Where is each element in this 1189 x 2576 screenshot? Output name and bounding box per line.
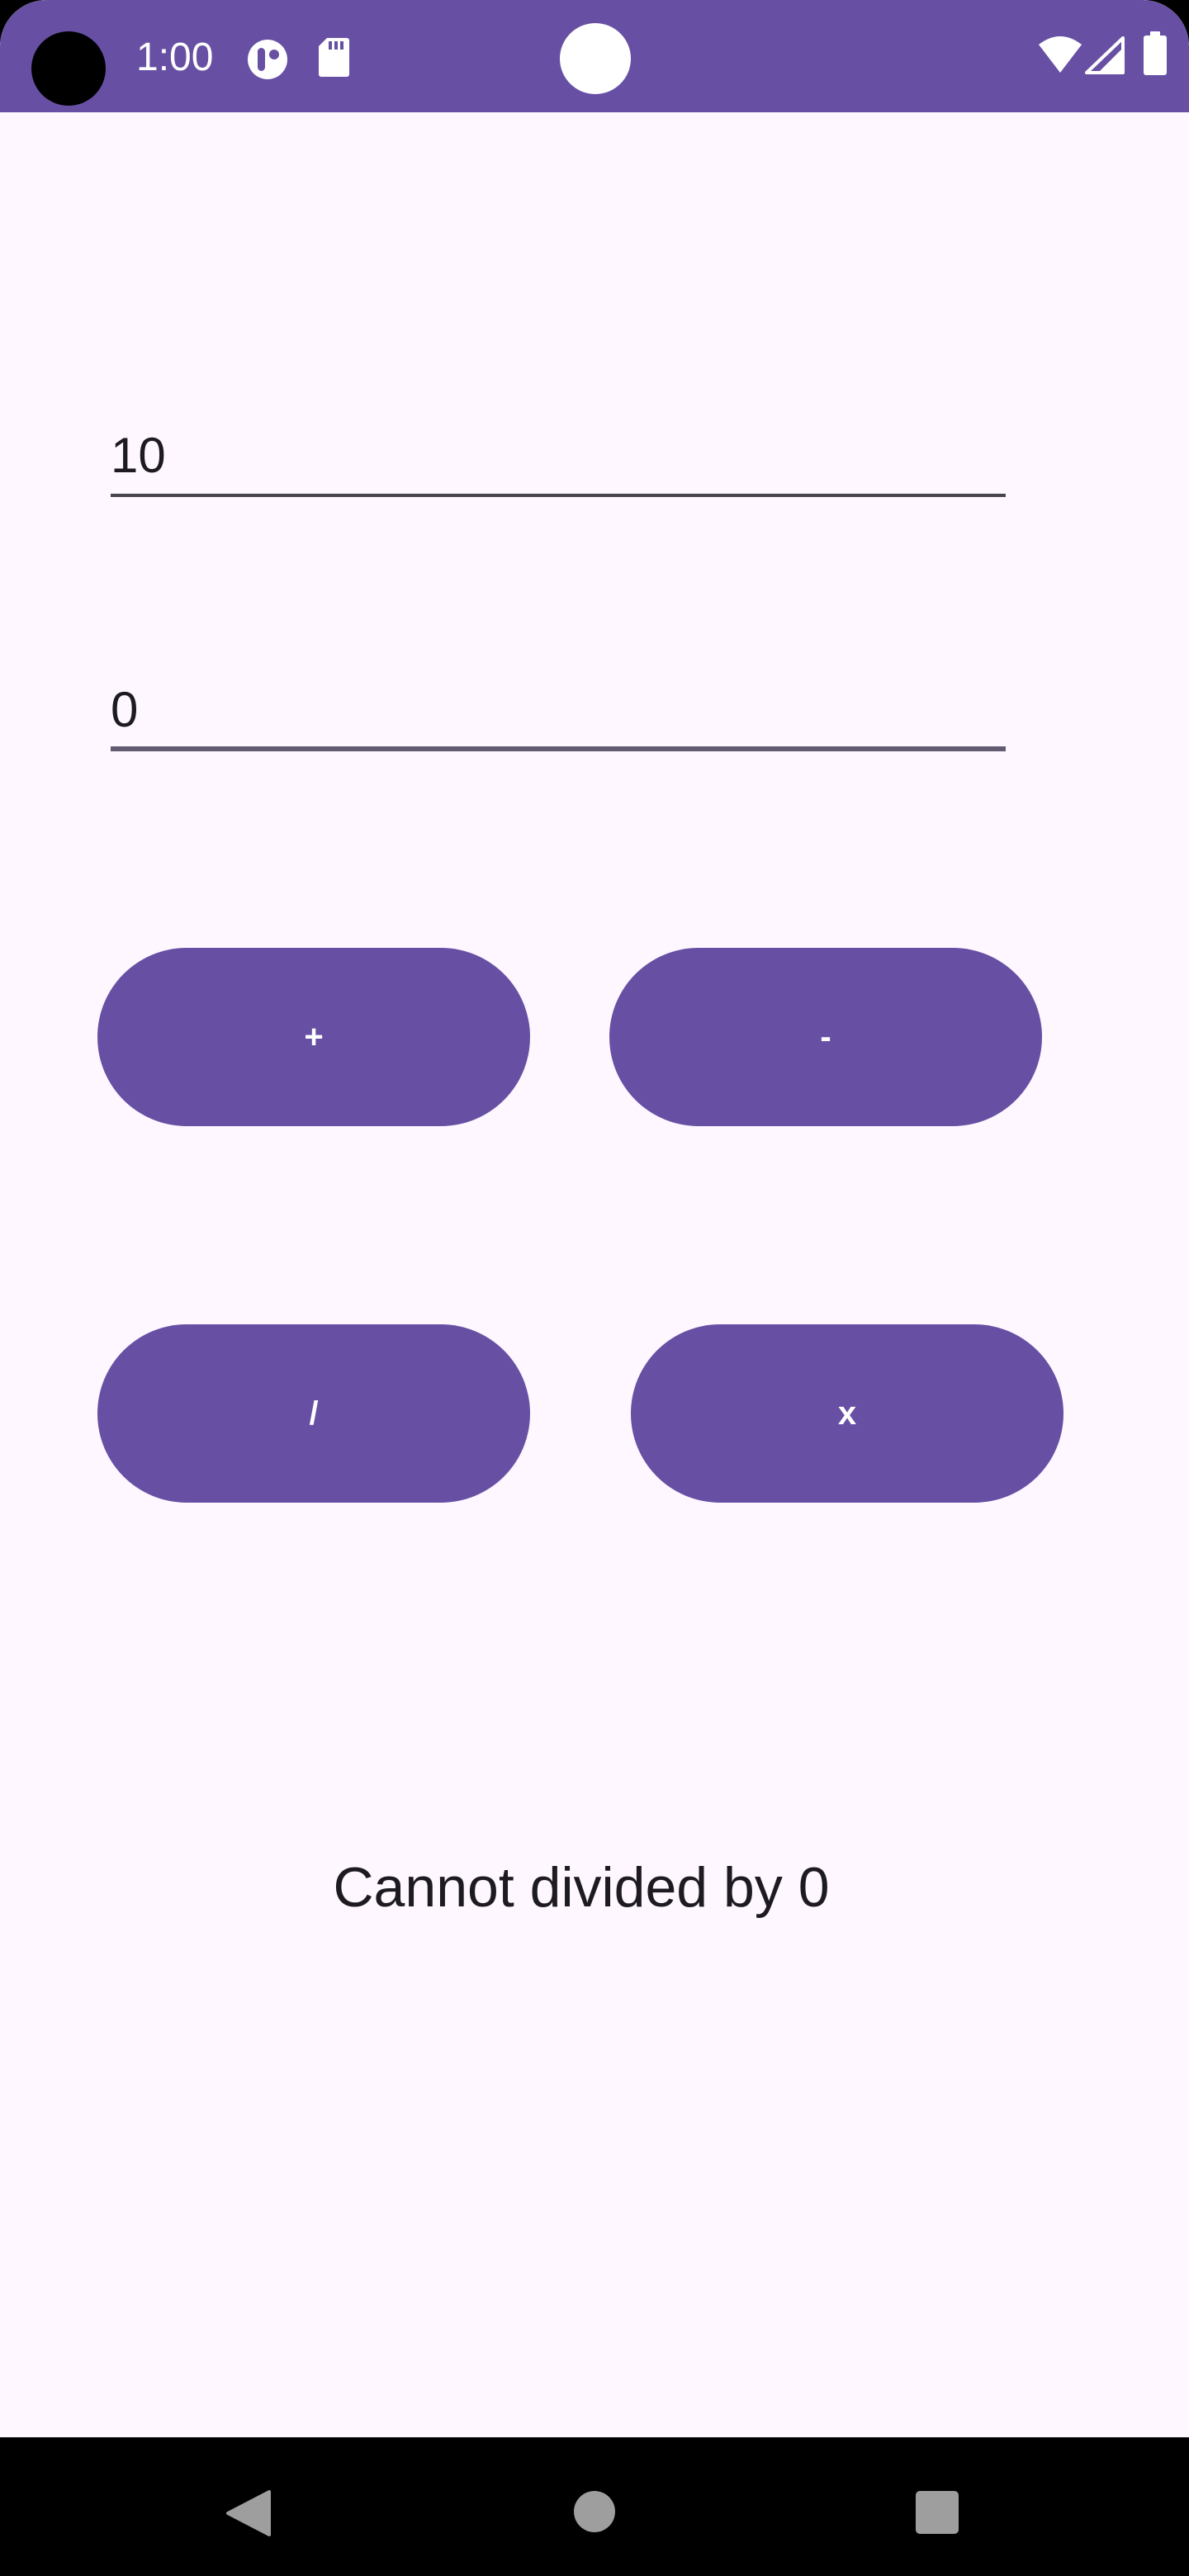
navigation-bar [0,2437,1189,2576]
second-number-underline [111,746,1006,751]
back-icon[interactable] [223,2488,272,2538]
add-button[interactable]: + [97,948,530,1126]
subtract-button[interactable]: - [609,948,1042,1126]
divide-button[interactable]: / [97,1324,530,1503]
battery-icon [1144,31,1167,75]
second-number-value: 0 [111,682,139,737]
signal-icon [1085,36,1125,74]
wifi-icon [1039,36,1082,73]
recents-icon[interactable] [915,2490,959,2535]
home-icon[interactable] [573,2490,616,2533]
status-time: 1:00 [136,36,214,79]
first-number-value: 10 [111,428,166,483]
first-number-underline [111,494,1006,497]
app-screen: 1:00 10 0 + - / x Cannot divided by 0 [0,0,1189,2437]
second-number-field[interactable]: 0 [111,641,1006,751]
camera-cutout-icon [31,31,106,106]
tracking-icon [248,40,287,79]
center-dot-icon [560,23,631,94]
status-bar: 1:00 [0,0,1189,112]
sd-card-icon [319,38,349,77]
multiply-button[interactable]: x [631,1324,1063,1503]
result-text: Cannot divided by 0 [333,1856,830,1919]
first-number-field[interactable]: 10 [111,388,1006,497]
